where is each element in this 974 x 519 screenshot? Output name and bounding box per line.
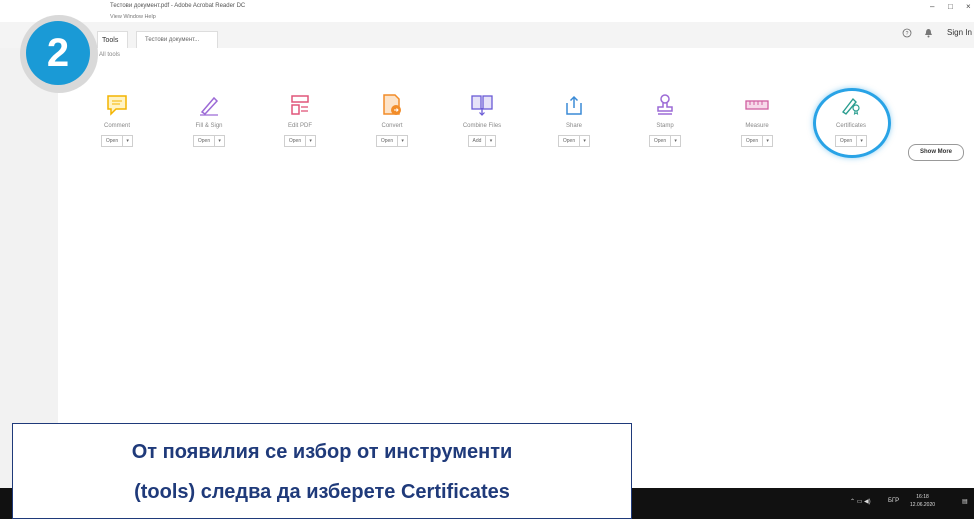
chevron-down-icon[interactable]: ▾: [123, 135, 134, 147]
all-tools-heading: All tools: [99, 52, 121, 58]
add-button[interactable]: Add: [467, 135, 487, 147]
open-button[interactable]: Open: [283, 135, 307, 147]
open-button[interactable]: Open: [740, 135, 764, 147]
comment-icon: [72, 90, 162, 120]
tool-name: Stamp: [656, 123, 674, 129]
tool-name: Share: [565, 123, 582, 129]
left-rail: [0, 48, 58, 488]
tool-name: Combine Files: [462, 123, 502, 129]
clock-time: 16:18: [916, 494, 929, 500]
language-indicator[interactable]: БГР: [888, 498, 899, 504]
close-button[interactable]: ×: [966, 2, 971, 11]
clock-date: 12.06.2020: [910, 502, 936, 508]
menu-items[interactable]: View Window Help: [110, 14, 156, 20]
highlight-circle: [813, 88, 891, 158]
step-badge: 2: [20, 15, 98, 93]
tool-name: Comment: [103, 123, 130, 129]
help-icon[interactable]: ?: [902, 28, 912, 40]
notification-icon[interactable]: ▤: [962, 498, 968, 505]
tab-tools[interactable]: Tools: [97, 31, 128, 48]
tool-measure[interactable]: Measure Open ▾: [712, 90, 802, 147]
tool-edit-pdf[interactable]: Edit PDF Open ▾: [255, 90, 345, 147]
tool-fill-sign[interactable]: Fill & Sign Open ▾: [164, 90, 254, 147]
chevron-down-icon[interactable]: ▾: [215, 135, 226, 147]
tool-convert[interactable]: Convert Open ▾: [347, 90, 437, 147]
tool-name: Measure: [745, 123, 769, 129]
clock[interactable]: 16:18 12.06.2020: [910, 493, 935, 509]
svg-text:?: ?: [906, 31, 909, 37]
chevron-down-icon[interactable]: ▾: [398, 135, 409, 147]
open-button[interactable]: Open: [648, 135, 672, 147]
tool-name: Convert: [381, 123, 403, 129]
ruler-icon: [712, 90, 802, 120]
maximize-button[interactable]: □: [948, 2, 953, 11]
bell-icon[interactable]: [924, 28, 933, 40]
open-button[interactable]: Open: [100, 135, 124, 147]
open-button[interactable]: Open: [192, 135, 216, 147]
tool-combine-files[interactable]: Combine Files Add ▾: [437, 90, 527, 147]
convert-icon: [347, 90, 437, 120]
chevron-down-icon[interactable]: ▾: [580, 135, 591, 147]
tool-stamp[interactable]: Stamp Open ▾: [620, 90, 710, 147]
instruction-caption: От появилия се избор от инструменти (too…: [12, 423, 632, 519]
show-more-button[interactable]: Show More: [908, 144, 964, 161]
caption-line-2: (tools) следва да изберете Certificates: [134, 481, 510, 503]
stamp-icon: [620, 90, 710, 120]
window-title: Тестови документ.pdf - Adobe Acrobat Rea…: [110, 3, 246, 9]
menu-bar: View Window Help: [0, 12, 974, 22]
step-number: 2: [26, 21, 90, 85]
open-button[interactable]: Open: [557, 135, 581, 147]
chevron-down-icon[interactable]: ▾: [671, 135, 682, 147]
minimize-button[interactable]: –: [930, 2, 934, 11]
caption-line-1: От появилия се избор от инструменти: [131, 441, 513, 463]
sign-in-link[interactable]: Sign In: [947, 28, 972, 37]
tool-comment[interactable]: Comment Open ▾: [72, 90, 162, 147]
open-button[interactable]: Open: [375, 135, 399, 147]
tool-name: Edit PDF: [287, 123, 312, 129]
chevron-down-icon[interactable]: ▾: [486, 135, 497, 147]
pen-icon: [164, 90, 254, 120]
share-icon: [529, 90, 619, 120]
chevron-down-icon[interactable]: ▾: [306, 135, 317, 147]
tool-share[interactable]: Share Open ▾: [529, 90, 619, 147]
chevron-down-icon[interactable]: ▾: [763, 135, 774, 147]
tab-document[interactable]: Тестови документ...: [136, 31, 218, 48]
edit-pdf-icon: [255, 90, 345, 120]
tab-bar: Tools Тестови документ...: [0, 22, 974, 49]
combine-files-icon: [437, 90, 527, 120]
tool-name: Fill & Sign: [195, 123, 223, 129]
tray-icons[interactable]: ⌃ ▭ ◀): [850, 498, 871, 505]
title-bar: Тестови документ.pdf - Adobe Acrobat Rea…: [0, 0, 974, 12]
